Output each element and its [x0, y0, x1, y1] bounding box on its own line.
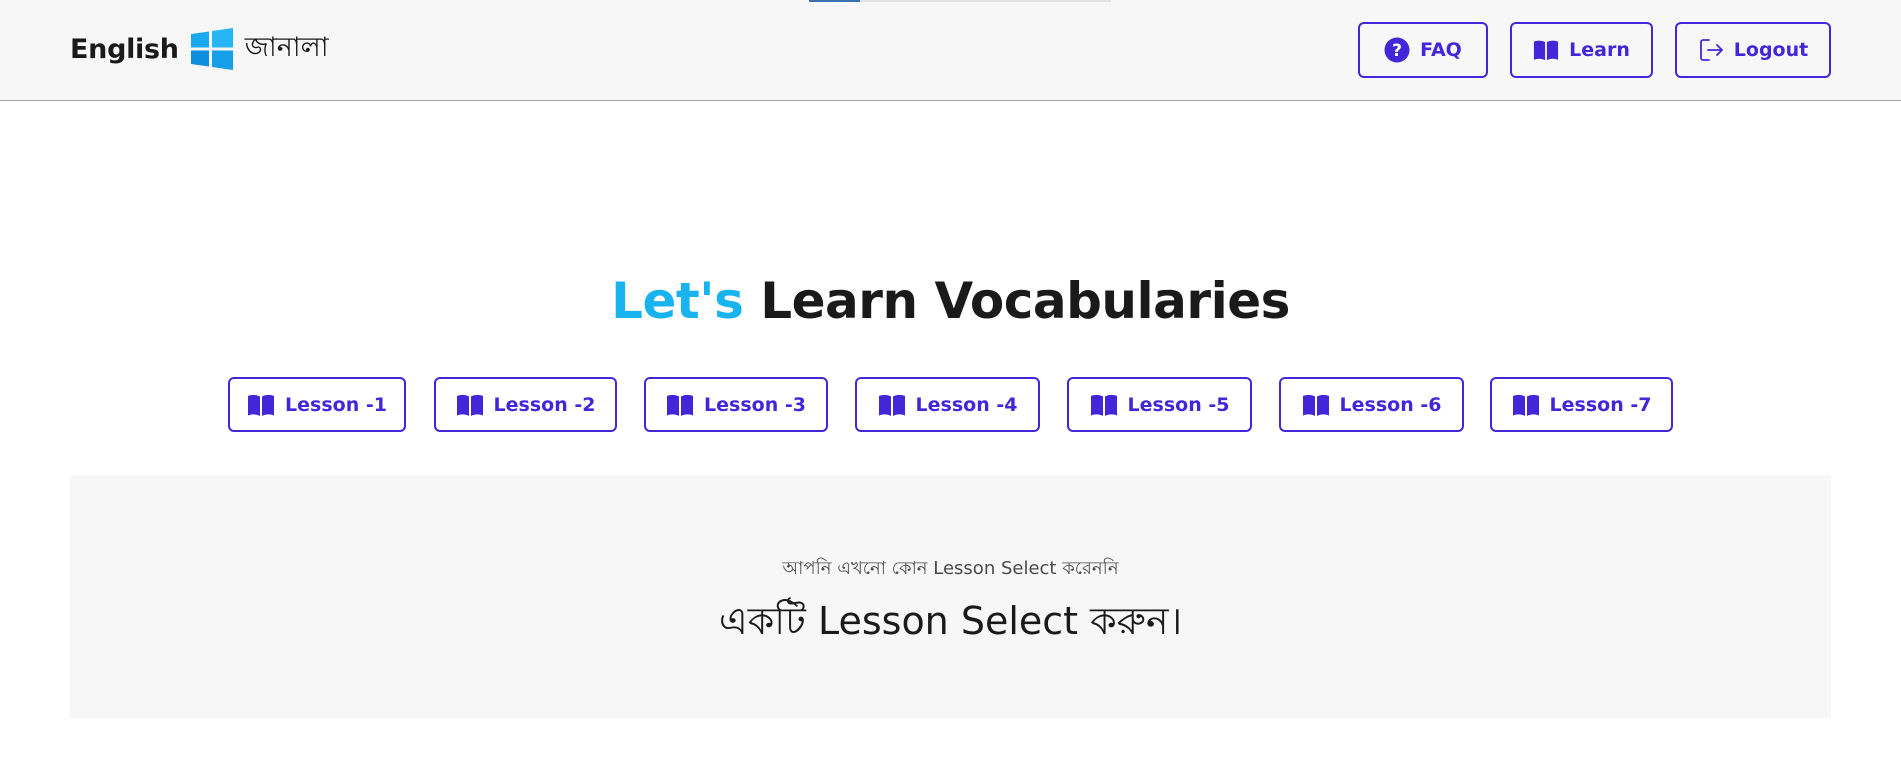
lesson-button-label: Lesson -3	[704, 393, 806, 416]
faq-button-label: FAQ	[1420, 39, 1462, 61]
open-book-icon	[878, 394, 905, 416]
page-title-accent: Let's	[611, 272, 744, 330]
question-circle-icon: ?	[1384, 37, 1410, 63]
logout-button-label: Logout	[1733, 39, 1809, 61]
empty-state-title: একটি Lesson Select করুন।	[718, 599, 1183, 643]
open-book-icon	[1534, 40, 1559, 61]
lesson-button-label: Lesson -5	[1127, 393, 1230, 416]
brand-bengali-text: জানালা	[244, 31, 329, 63]
open-book-icon	[456, 394, 483, 416]
lesson-button-label: Lesson -7	[1549, 393, 1652, 416]
lesson-button-3[interactable]: Lesson -3	[644, 377, 828, 432]
lesson-button-5[interactable]: Lesson -5	[1067, 377, 1252, 432]
svg-text:?: ?	[1392, 41, 1402, 61]
open-book-icon	[1512, 394, 1539, 416]
lesson-button-1[interactable]: Lesson -1	[228, 377, 406, 432]
lesson-button-7[interactable]: Lesson -7	[1490, 377, 1673, 432]
page-title-rest: Learn Vocabularies	[760, 272, 1290, 330]
learn-button[interactable]: Learn	[1510, 22, 1653, 78]
logout-arrow-icon	[1699, 39, 1723, 61]
open-book-icon	[667, 394, 694, 416]
open-book-icon	[1302, 394, 1329, 416]
empty-state-panel: আপনি এখনো কোন Lesson Select করেননি একটি …	[70, 475, 1831, 718]
lesson-button-label: Lesson -4	[915, 393, 1018, 416]
learn-button-label: Learn	[1569, 39, 1630, 61]
open-book-icon	[1090, 394, 1117, 416]
lesson-button-label: Lesson -2	[493, 393, 596, 416]
page-load-progress-fill	[809, 0, 861, 2]
brand-text: English	[70, 33, 179, 65]
page-load-progress	[809, 0, 1111, 2]
lesson-button-6[interactable]: Lesson -6	[1279, 377, 1464, 432]
lesson-button-label: Lesson -6	[1339, 393, 1442, 416]
empty-state-subtitle: আপনি এখনো কোন Lesson Select করেননি	[782, 558, 1119, 579]
page-title: Let's Learn Vocabularies	[0, 272, 1901, 330]
brand[interactable]: English জানালা	[70, 26, 329, 72]
faq-button[interactable]: ? FAQ	[1358, 22, 1488, 78]
logout-button[interactable]: Logout	[1675, 22, 1831, 78]
windows-logo-icon	[190, 28, 233, 70]
open-book-icon	[248, 394, 275, 416]
lesson-button-4[interactable]: Lesson -4	[855, 377, 1040, 432]
lesson-button-label: Lesson -1	[285, 393, 387, 416]
top-navbar: English জানালা ? FAQ Learn Logout	[0, 0, 1901, 101]
lesson-button-2[interactable]: Lesson -2	[434, 377, 617, 432]
